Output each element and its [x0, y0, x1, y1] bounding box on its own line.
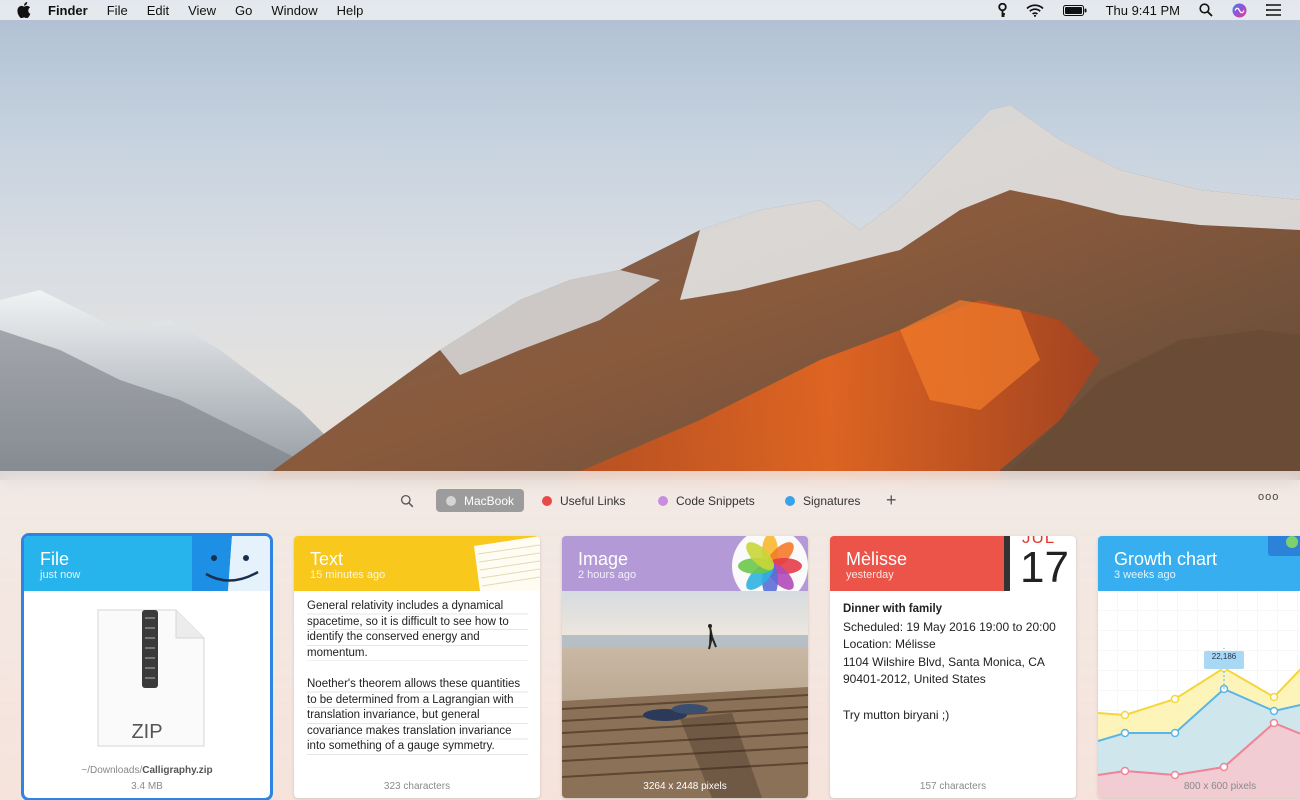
text-content: General relativity includes a dynamical …: [294, 591, 540, 755]
image-preview: [562, 591, 808, 798]
tab-label: Code Snippets: [676, 493, 755, 508]
menu-edit[interactable]: Edit: [147, 3, 169, 18]
card-footer: 3.4 MB: [131, 781, 163, 792]
chart-callout-value: 22,186: [1211, 652, 1237, 661]
tab-useful-links[interactable]: Useful Links: [532, 489, 635, 512]
add-tab-button[interactable]: +: [886, 490, 897, 510]
event-content: Dinner with family Scheduled: 19 May 201…: [830, 591, 1076, 724]
card-footer: 157 characters: [919, 781, 987, 792]
card-footer: 323 characters: [383, 781, 451, 792]
text-paragraph: Noether's theorem allows these quantitie…: [307, 676, 528, 755]
tab-label: Useful Links: [560, 493, 626, 508]
zip-badge: ZIP: [131, 721, 163, 743]
shelf-tab-bar: MacBook Useful Links Code Snippets Signa…: [0, 489, 1300, 513]
tab-signatures[interactable]: Signatures: [775, 489, 870, 512]
menu-view[interactable]: View: [188, 3, 216, 18]
card-header: Text 15 minutes ago: [294, 536, 540, 591]
finder-app-icon: [192, 536, 270, 591]
more-options-button[interactable]: ooo: [1258, 491, 1279, 503]
apple-logo-icon[interactable]: [17, 2, 31, 18]
tab-color-dot: [446, 495, 456, 506]
control-center-icon[interactable]: [1266, 4, 1281, 16]
photos-app-icon: [732, 536, 808, 591]
tab-macbook[interactable]: MacBook: [436, 489, 525, 512]
card-header: Mèlisse yesterday JUL 17: [830, 536, 1076, 591]
menu-app-name[interactable]: Finder: [48, 3, 88, 18]
event-location: Location: Mélisse: [843, 637, 936, 652]
tab-label: Signatures: [803, 493, 861, 508]
card-footer: 3264 x 2448 pixels: [643, 781, 727, 792]
tab-label: MacBook: [464, 493, 515, 508]
siri-icon[interactable]: [1232, 3, 1247, 18]
file-path-prefix: ~/Downloads/: [81, 765, 143, 776]
card-header: Growth chart 3 weeks ago: [1098, 536, 1300, 591]
tab-color-dot: [542, 495, 552, 506]
wifi-icon[interactable]: [1025, 3, 1044, 17]
menu-help[interactable]: Help: [337, 3, 364, 18]
menu-file[interactable]: File: [107, 3, 128, 18]
menubar-clock[interactable]: Thu 9:41 PM: [1106, 3, 1180, 18]
key-icon[interactable]: [997, 2, 1007, 18]
clip-card-image[interactable]: Image 2 hours ago 3264 x 2448 pixels: [562, 536, 808, 798]
event-address: 1104 Wilshire Blvd, Santa Monica, CA 904…: [843, 654, 1045, 687]
menu-bar: Finder File Edit View Go Window Help Thu…: [0, 0, 1300, 20]
tab-color-dot: [785, 495, 795, 506]
notepad-icon: [474, 536, 540, 591]
menu-window[interactable]: Window: [271, 3, 317, 18]
card-footer: 800 x 600 pixels: [1183, 781, 1257, 792]
tab-code-snippets[interactable]: Code Snippets: [648, 489, 765, 512]
chart-preview: [1098, 591, 1300, 798]
file-name: Calligraphy.zip: [142, 765, 213, 776]
tab-color-dot: [658, 495, 668, 506]
clip-card-chart[interactable]: Growth chart 3 weeks ago 22,186 800 x 60…: [1098, 536, 1300, 798]
clipboard-shelf: MacBook Useful Links Code Snippets Signa…: [0, 471, 1300, 800]
event-schedule: Scheduled: 19 May 2016 19:00 to 20:00: [843, 619, 1056, 634]
event-title: Dinner with family: [843, 603, 943, 615]
card-header: Image 2 hours ago: [562, 536, 808, 591]
clip-card-text[interactable]: Text 15 minutes ago General relativity i…: [294, 536, 540, 798]
card-header: File just now: [24, 536, 270, 591]
shelf-search-icon[interactable]: [400, 494, 414, 508]
calendar-day: 17: [1020, 543, 1069, 591]
text-paragraph: General relativity includes a dynamical …: [307, 599, 528, 662]
event-note: Try mutton biryani ;): [843, 707, 950, 722]
card-timestamp: 3 weeks ago: [1114, 569, 1176, 581]
menu-go[interactable]: Go: [235, 3, 252, 18]
search-icon[interactable]: [1199, 3, 1213, 17]
clip-card-file[interactable]: File just now ZIP ~/Downloads/Calligraph…: [21, 533, 273, 800]
clip-card-event[interactable]: Mèlisse yesterday JUL 17 Dinner with fam…: [830, 536, 1076, 798]
file-path: ~/Downloads/Calligraphy.zip: [24, 765, 270, 776]
calendar-app-icon: JUL 17: [1004, 536, 1076, 591]
numbers-app-icon: [1268, 536, 1300, 556]
battery-icon[interactable]: [1062, 4, 1087, 16]
